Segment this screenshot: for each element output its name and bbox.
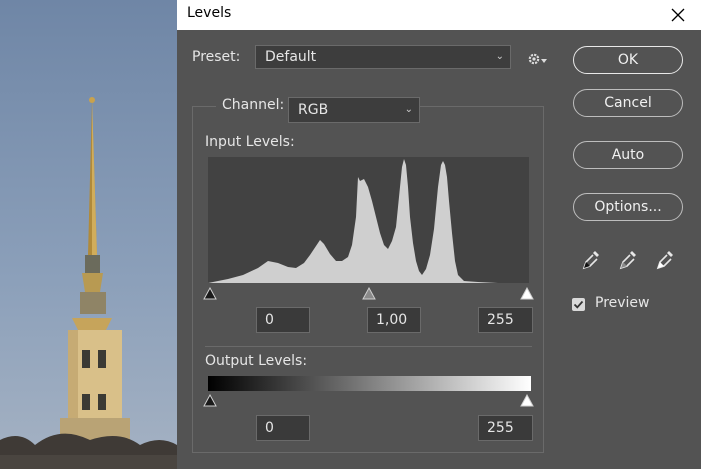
close-button[interactable]: [655, 0, 701, 30]
output-gradient-bar: [208, 376, 531, 391]
channel-dropdown[interactable]: RGB ⌄: [288, 97, 420, 123]
levels-dialog: Levels Preset: Default ⌄ OK Cancel Auto …: [177, 0, 701, 469]
preset-value: Default: [265, 49, 317, 65]
auto-button[interactable]: Auto: [573, 141, 683, 169]
white-eyedropper-icon: [656, 251, 673, 270]
histogram: [208, 157, 529, 283]
gray-eyedropper-icon: [619, 251, 636, 270]
ok-button[interactable]: OK: [573, 46, 683, 74]
options-button[interactable]: Options...: [573, 193, 683, 221]
input-gamma-field[interactable]: 1,00: [367, 307, 421, 333]
gray-eyedropper[interactable]: [617, 248, 639, 274]
output-white-field[interactable]: 255: [478, 415, 533, 441]
checkmark-icon: [573, 300, 584, 309]
input-white-field[interactable]: 255: [478, 307, 533, 333]
input-levels-label: Input Levels:: [205, 134, 295, 150]
divider: [205, 346, 532, 347]
input-gamma-slider[interactable]: [362, 286, 376, 304]
gear-icon: [528, 53, 547, 65]
channel-label: Channel:: [216, 97, 291, 113]
chevron-down-icon: ⌄: [495, 51, 504, 62]
output-levels-label: Output Levels:: [205, 353, 308, 369]
output-black-field[interactable]: 0: [256, 415, 310, 441]
white-eyedropper[interactable]: [654, 248, 676, 274]
input-white-slider[interactable]: [520, 286, 534, 304]
spire-image: [0, 97, 177, 469]
histogram-graph: [208, 159, 529, 283]
preset-dropdown[interactable]: Default ⌄: [255, 45, 511, 69]
title-bar: Levels: [177, 0, 701, 30]
preview-label: Preview: [595, 295, 650, 311]
output-white-slider[interactable]: [520, 393, 534, 411]
output-black-slider[interactable]: [203, 393, 217, 411]
preview-checkbox[interactable]: [572, 298, 585, 311]
close-icon: [671, 8, 685, 22]
preset-label: Preset:: [192, 49, 241, 65]
black-eyedropper[interactable]: [580, 248, 602, 274]
cancel-button[interactable]: Cancel: [573, 89, 683, 117]
input-black-field[interactable]: 0: [256, 307, 310, 333]
window-title: Levels: [187, 5, 232, 21]
channel-value: RGB: [298, 102, 329, 118]
preset-options-button[interactable]: [526, 50, 548, 68]
black-eyedropper-icon: [582, 251, 599, 270]
input-black-slider[interactable]: [203, 286, 217, 304]
chevron-down-icon: ⌄: [404, 104, 413, 115]
